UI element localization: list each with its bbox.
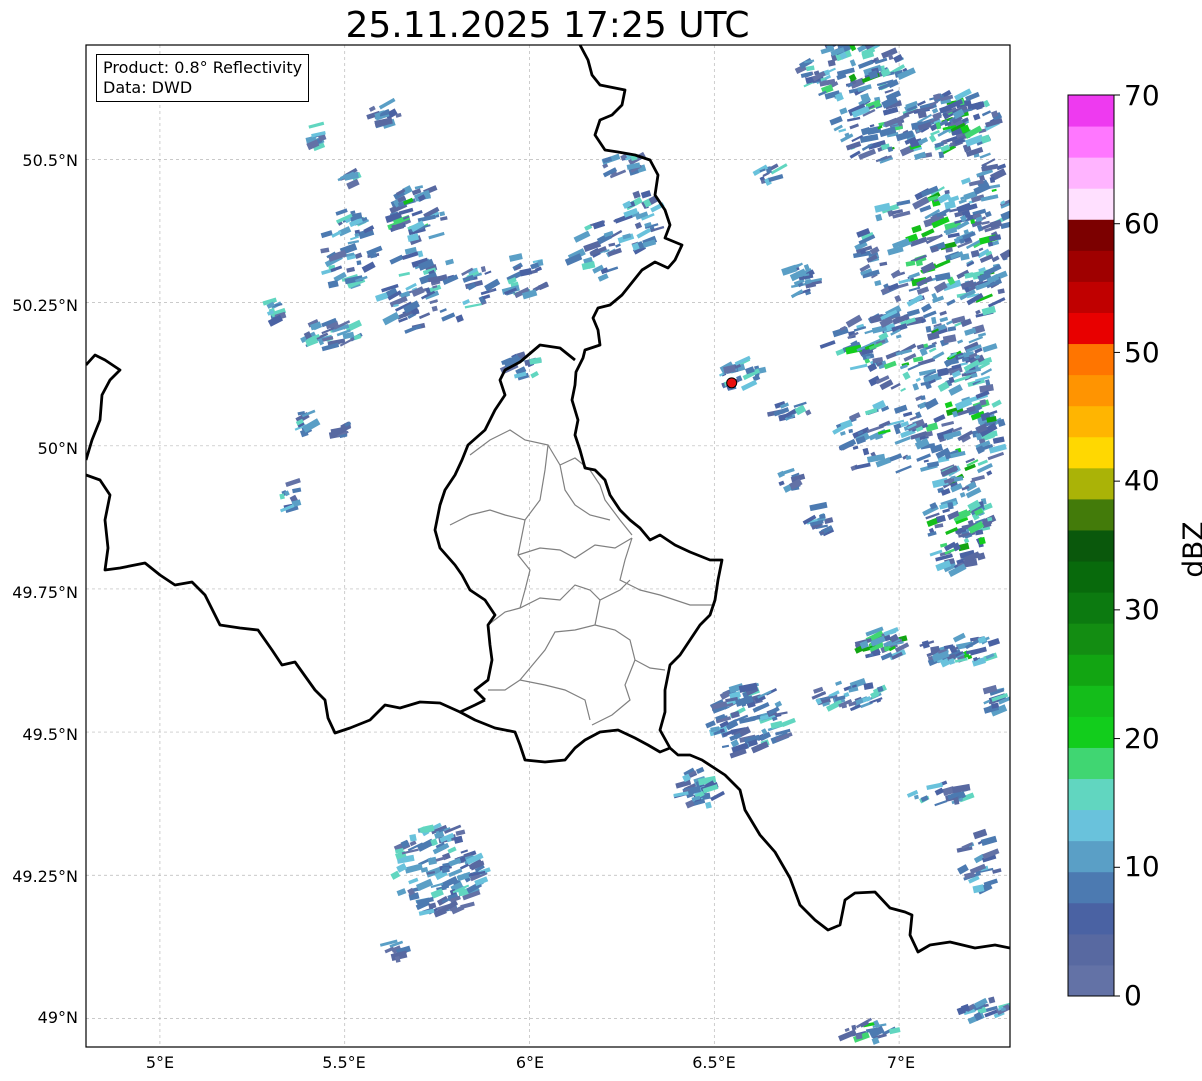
colorbar-tick-label: 20 [1124, 722, 1160, 755]
colorbar-segment [1068, 405, 1114, 438]
colorbar-segment [1068, 250, 1114, 282]
colorbar-segment [1068, 685, 1114, 717]
colorbar-segment [1068, 281, 1114, 313]
colorbar-segment [1068, 343, 1114, 376]
echo-cell [920, 395, 926, 401]
echo-cell [409, 833, 417, 842]
radar-map [85, 37, 1120, 1048]
lon-tick-label: 6°E [515, 1053, 545, 1072]
colorbar-segment [1068, 964, 1114, 997]
colorbar-tick-label: 60 [1124, 207, 1160, 240]
lon-tick-label: 6.5°E [692, 1053, 736, 1072]
lat-tick-label: 50.5°N [22, 151, 78, 170]
product-label: Product: 0.8° Reflectivity [103, 58, 303, 77]
colorbar-segment [1068, 747, 1114, 780]
colorbar-segment [1068, 312, 1114, 345]
colorbar-tick-label: 50 [1124, 336, 1160, 369]
colorbar-segment [1068, 219, 1114, 251]
colorbar [1068, 95, 1114, 997]
colorbar-segment [1068, 623, 1114, 655]
echo-cell [970, 219, 976, 224]
echo-cell [836, 37, 852, 45]
data-source-label: Data: DWD [103, 78, 193, 97]
colorbar-segment [1068, 467, 1114, 500]
colorbar-segment [1068, 902, 1114, 935]
colorbar-segment [1068, 778, 1114, 811]
echo-cell [855, 1033, 863, 1040]
lat-tick-label: 49.25°N [12, 867, 78, 886]
lat-tick-label: 49.5°N [22, 725, 78, 744]
lat-tick-label: 49.75°N [12, 583, 78, 602]
echo-cell [356, 260, 362, 266]
colorbar-segment [1068, 126, 1114, 158]
lat-tick-label: 50°N [37, 439, 78, 458]
colorbar-tick-label: 70 [1124, 79, 1160, 112]
lon-tick-label: 5.5°E [322, 1053, 366, 1072]
colorbar-segment [1068, 809, 1114, 842]
map-background [86, 45, 1010, 1047]
colorbar-segment [1068, 436, 1114, 469]
colorbar-segment [1068, 529, 1114, 562]
colorbar-segment [1068, 592, 1114, 624]
colorbar-segment [1068, 840, 1114, 873]
lon-tick-label: 7°E [886, 1053, 916, 1072]
echo-cell [848, 428, 854, 434]
colorbar-segment [1068, 561, 1114, 593]
colorbar-tick-label: 10 [1124, 850, 1160, 883]
colorbar-segment [1068, 95, 1114, 127]
colorbar-segment [1068, 871, 1114, 904]
colorbar-label: dBZ [1176, 521, 1202, 578]
colorbar-segment [1068, 716, 1114, 748]
lon-tick-label: 5°E [145, 1053, 175, 1072]
colorbar-segment [1068, 498, 1114, 531]
colorbar-tick-label: 40 [1124, 464, 1160, 497]
lat-tick-label: 49°N [37, 1008, 78, 1027]
colorbar-tick-label: 30 [1124, 593, 1160, 626]
colorbar-segment [1068, 654, 1114, 686]
colorbar-segment [1068, 374, 1114, 407]
colorbar-segment [1068, 157, 1114, 189]
colorbar-tick-label: 0 [1124, 979, 1142, 1012]
lat-tick-label: 50.25°N [12, 296, 78, 315]
product-info-box: Product: 0.8° Reflectivity Data: DWD [96, 54, 310, 102]
colorbar-segment [1068, 188, 1114, 220]
colorbar-segment [1068, 933, 1114, 966]
radar-site-marker [726, 377, 738, 389]
echo-cell [925, 325, 932, 333]
